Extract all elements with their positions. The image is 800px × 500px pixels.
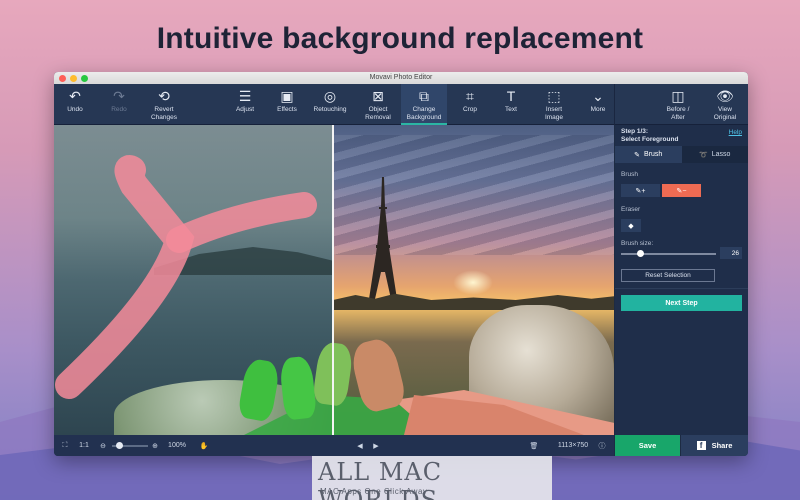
chevron-down-icon: ⌄ xyxy=(592,88,604,104)
lasso-icon: ➰ xyxy=(699,151,708,159)
brush-stroke-background xyxy=(55,155,317,399)
before-after-button[interactable]: ◫ Before / After xyxy=(658,84,698,125)
image-dimensions: 1113×750 xyxy=(557,442,589,449)
brush-label: Brush xyxy=(621,171,638,178)
next-arrow-icon: ▶ xyxy=(373,442,379,450)
app-window: Movavi Photo Editor ↶ Undo ↷ Redo ⟲ Reve… xyxy=(54,72,748,456)
window-title: Movavi Photo Editor xyxy=(369,73,433,81)
photo-canvas[interactable] xyxy=(54,125,614,435)
title-bar: Movavi Photo Editor xyxy=(54,72,748,84)
fit-screen-icon: ⛶ xyxy=(62,441,68,449)
background-panel: Step 1/3: Select Foreground Help ✎ Brush … xyxy=(615,125,748,435)
redo-icon: ↷ xyxy=(113,88,125,104)
brush-size-slider[interactable] xyxy=(621,253,716,255)
hand-tool-button[interactable]: ✋ xyxy=(197,435,211,456)
undo-icon: ↶ xyxy=(69,88,81,104)
zoom-out-button[interactable]: ⊖ xyxy=(97,435,109,456)
effects-button[interactable]: ▣ Effects xyxy=(272,84,302,125)
zoom-slider-handle[interactable] xyxy=(116,442,123,449)
trash-icon: 🗑 xyxy=(529,442,539,450)
object-removal-icon: ⊠ xyxy=(372,88,384,104)
foreground-brush-button[interactable]: ✎+ xyxy=(621,184,660,197)
object-removal-button[interactable]: ⊠ Object Removal xyxy=(360,84,396,125)
prev-arrow-icon: ◀ xyxy=(357,442,363,450)
more-button[interactable]: ⌄ More xyxy=(584,84,612,125)
effects-icon: ▣ xyxy=(280,88,294,104)
redo-button[interactable]: ↷ Redo xyxy=(104,84,134,125)
bottom-bar: ⛶ 1:1 ⊖ ⊕ 100% ✋ ◀ ▶ 🗑 1113×750 ⓘ xyxy=(54,435,614,456)
change-background-button[interactable]: ⧉ Change Background xyxy=(401,84,447,125)
step-title: Step 1/3: Select Foreground xyxy=(621,128,679,143)
toolbar-separator xyxy=(614,84,615,125)
before-after-divider[interactable] xyxy=(332,125,334,435)
watermark: ALL MAC WORLDS MAC Apps One Click Away xyxy=(312,456,552,500)
reset-selection-button[interactable]: Reset Selection xyxy=(621,269,715,282)
next-step-button[interactable]: Next Step xyxy=(621,295,742,311)
zoom-in-button[interactable]: ⊕ xyxy=(149,435,161,456)
revert-changes-button[interactable]: ⟲ Revert Changes xyxy=(146,84,182,125)
brush-size-label: Brush size: xyxy=(621,240,654,247)
insert-image-button[interactable]: ⬚ Insert Image xyxy=(536,84,572,125)
brush-plus-icon: ✎+ xyxy=(635,187,646,195)
delete-button[interactable]: 🗑 xyxy=(527,435,541,456)
eraser-button[interactable]: ◆ xyxy=(621,219,641,232)
previous-image-button[interactable]: ◀ xyxy=(354,435,366,456)
retouching-button[interactable]: ◎ Retouching xyxy=(310,84,350,125)
facebook-icon: f xyxy=(696,441,706,450)
adjust-button[interactable]: ☰ Adjust xyxy=(229,84,261,125)
fit-screen-button[interactable]: ⛶ xyxy=(56,435,74,456)
background-brush-button[interactable]: ✎− xyxy=(662,184,701,197)
crop-icon: ⌗ xyxy=(466,88,474,104)
info-icon: ⓘ xyxy=(598,442,606,450)
brush-size-handle[interactable] xyxy=(637,250,644,257)
brush-icon: ✎ xyxy=(634,151,641,159)
retouch-icon: ◎ xyxy=(323,88,337,104)
toolbar: ↶ Undo ↷ Redo ⟲ Revert Changes ☰ Adjust ▣… xyxy=(54,84,748,125)
watermark-subtitle: MAC Apps One Click Away xyxy=(320,487,428,496)
eye-icon: 👁 xyxy=(716,88,734,104)
save-button[interactable]: Save xyxy=(615,435,680,456)
tab-lasso[interactable]: ➰ Lasso xyxy=(682,146,749,163)
text-button[interactable]: T Text xyxy=(497,84,525,125)
sliders-icon: ☰ xyxy=(238,88,252,104)
zoom-out-icon: ⊖ xyxy=(100,442,106,450)
zoom-in-icon: ⊕ xyxy=(152,442,158,450)
undo-button[interactable]: ↶ Undo xyxy=(60,84,90,125)
brush-size-input[interactable]: 26 xyxy=(720,247,742,259)
insert-image-icon: ⬚ xyxy=(547,88,561,104)
actual-size-button[interactable]: 1:1 xyxy=(76,435,92,456)
text-icon: T xyxy=(506,88,516,104)
next-image-button[interactable]: ▶ xyxy=(370,435,382,456)
info-button[interactable]: ⓘ xyxy=(596,435,608,456)
eraser-label: Eraser xyxy=(621,206,641,213)
crop-button[interactable]: ⌗ Crop xyxy=(456,84,484,125)
zoom-level: 100% xyxy=(168,442,186,449)
selection-tabs: ✎ Brush ➰ Lasso xyxy=(615,146,748,163)
view-original-button[interactable]: 👁 View Original xyxy=(706,84,744,125)
tab-brush[interactable]: ✎ Brush xyxy=(615,146,682,163)
promo-headline: Intuitive background replacement xyxy=(156,22,644,55)
change-background-icon: ⧉ xyxy=(419,88,429,104)
eraser-icon: ◆ xyxy=(628,222,634,230)
help-link[interactable]: Help xyxy=(729,129,742,136)
share-button[interactable]: f Share xyxy=(681,435,748,456)
before-after-icon: ◫ xyxy=(671,88,685,104)
revert-icon: ⟲ xyxy=(158,88,170,104)
brush-minus-icon: ✎− xyxy=(676,187,687,195)
hand-icon: ✋ xyxy=(199,442,209,450)
